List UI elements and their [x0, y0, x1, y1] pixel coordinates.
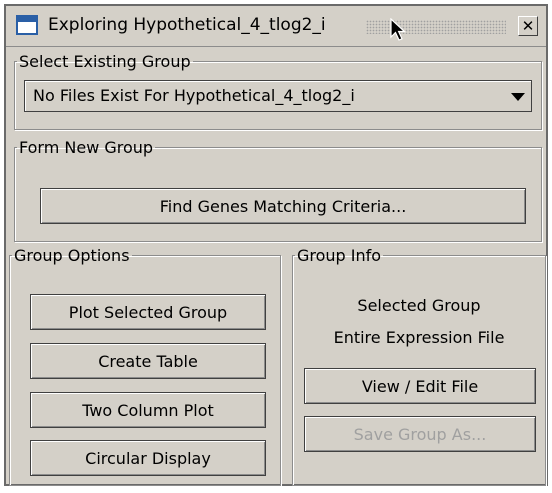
- window-title: Exploring Hypothetical_4_tlog2_i: [48, 15, 326, 35]
- close-button[interactable]: ✕: [518, 16, 538, 36]
- find-genes-button[interactable]: Find Genes Matching Criteria...: [40, 188, 526, 224]
- title-bar-grip: [366, 20, 506, 34]
- save-group-as-button: Save Group As...: [304, 416, 536, 452]
- title-bar[interactable]: Exploring Hypothetical_4_tlog2_i ✕: [6, 6, 546, 47]
- existing-group-dropdown[interactable]: No Files Exist For Hypothetical_4_tlog2_…: [24, 80, 532, 112]
- group-info-legend: Group Info: [297, 246, 382, 265]
- selected-group-heading: Selected Group: [357, 296, 481, 315]
- chevron-down-icon: [511, 93, 525, 101]
- mouse-pointer-icon: [390, 18, 407, 41]
- create-table-button[interactable]: Create Table: [30, 343, 266, 379]
- existing-group-selected-value: No Files Exist For Hypothetical_4_tlog2_…: [33, 86, 355, 105]
- group-options-legend: Group Options: [14, 246, 130, 265]
- view-edit-file-button[interactable]: View / Edit File: [304, 368, 536, 404]
- plot-selected-group-button[interactable]: Plot Selected Group: [30, 294, 266, 330]
- select-existing-group-legend: Select Existing Group: [19, 52, 191, 71]
- close-icon: ✕: [521, 17, 535, 35]
- circular-display-button[interactable]: Circular Display: [30, 440, 266, 476]
- explore-window: Exploring Hypothetical_4_tlog2_i ✕ Selec…: [4, 4, 548, 486]
- app-window-icon: [16, 15, 38, 35]
- form-new-group-legend: Form New Group: [19, 138, 154, 157]
- two-column-plot-button[interactable]: Two Column Plot: [30, 392, 266, 428]
- selected-group-value: Entire Expression File: [333, 328, 505, 347]
